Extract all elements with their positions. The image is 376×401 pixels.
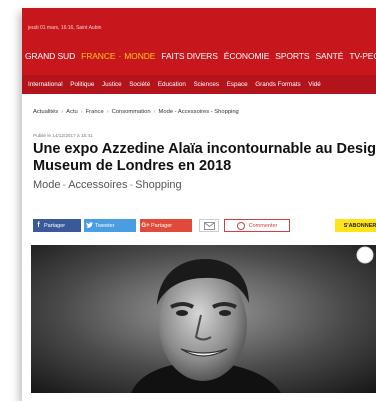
subnav-item-grands-formats[interactable]: Grands Formats <box>251 81 304 88</box>
nav-item-sante[interactable]: SANTÉ <box>312 51 346 61</box>
main-nav: GRAND SUD FRANCE · MONDE FAITS DIVERS ÉC… <box>22 46 376 66</box>
category-mode[interactable]: Mode <box>33 179 61 191</box>
breadcrumb-item-consommation[interactable]: Consommation <box>112 109 151 115</box>
mail-icon <box>203 221 215 230</box>
category-shopping[interactable]: Shopping <box>135 179 182 191</box>
article-title: Une expo Azzedine Alaïa incontournable a… <box>33 141 376 174</box>
subnav-item-politique[interactable]: Politique <box>66 81 98 88</box>
category-accessoires[interactable]: Accessoires <box>68 179 127 191</box>
subnav-item-sciences[interactable]: Sciences <box>190 81 223 88</box>
mail-share-button[interactable] <box>199 219 219 232</box>
breadcrumb-item-france[interactable]: France <box>86 109 104 115</box>
twitter-share-button[interactable]: Tweeter <box>84 219 136 232</box>
subnav-item-international[interactable]: International <box>22 81 66 88</box>
google-plus-share-label: Partager <box>151 222 173 229</box>
nav-item-france[interactable]: FRANCE <box>78 51 118 61</box>
portrait-photo <box>31 245 376 393</box>
subnav-item-education[interactable]: Education <box>154 81 190 88</box>
twitter-icon <box>84 221 95 230</box>
article-category: Mode - Accessoires - Shopping <box>33 179 182 191</box>
header-date: jeudi 01 mars, 16:16, Saint Aubin <box>28 25 102 31</box>
breadcrumb-item-mode[interactable]: Mode - Accessoires - Shopping <box>159 109 239 115</box>
comment-button[interactable]: Commenter <box>224 219 290 232</box>
article-title-line-2: Museum de Londres en 2018 <box>33 157 232 174</box>
subnav-item-justice[interactable]: Justice <box>98 81 125 88</box>
nav-item-sports[interactable]: SPORTS <box>272 51 312 61</box>
facebook-share-label: Partager <box>44 222 66 229</box>
sub-nav: International Politique Justice Société … <box>22 75 376 94</box>
nav-item-tv-people[interactable]: TV-PEOPLE <box>346 51 376 61</box>
facebook-icon: f <box>37 222 40 229</box>
nav-item-grand-sud[interactable]: GRAND SUD <box>22 51 78 61</box>
facebook-share-button[interactable]: f Partager <box>33 219 81 232</box>
subnav-item-espace[interactable]: Espace <box>223 81 252 88</box>
nav-item-monde[interactable]: MONDE <box>121 51 158 61</box>
breadcrumb: Actualités › Actu › France › Consommation › Mode… <box>33 109 239 115</box>
google-plus-icon: G+ <box>141 222 150 229</box>
breadcrumb-separator: › <box>106 109 109 115</box>
breadcrumb-separator: › <box>153 109 156 115</box>
comment-icon <box>236 221 245 230</box>
subnav-item-video[interactable]: Vidé <box>305 81 325 88</box>
subscribe-button[interactable]: S'ABONNER <box>335 219 376 232</box>
breadcrumb-item-actu[interactable]: Actu <box>66 109 78 115</box>
close-icon[interactable] <box>356 246 374 264</box>
article-page: jeudi 01 mars, 16:16, Saint Aubin GRAND … <box>22 8 376 401</box>
google-plus-share-button[interactable]: G+ Partager <box>140 219 192 232</box>
article-title-line-1: Une expo Azzedine Alaïa incontournable a… <box>33 141 376 157</box>
site-header: jeudi 01 mars, 16:16, Saint Aubin GRAND … <box>22 8 376 75</box>
article-hero-image <box>31 245 376 393</box>
subnav-item-societe[interactable]: Société <box>125 81 154 88</box>
breadcrumb-item-actualites[interactable]: Actualités <box>33 109 58 115</box>
share-bar: f Partager Tweeter G+ Partager Commenter… <box>33 219 376 232</box>
breadcrumb-separator: › <box>80 109 83 115</box>
twitter-share-label: Tweeter <box>95 222 115 229</box>
breadcrumb-separator: › <box>61 109 64 115</box>
publish-date: Publié le 14/12/2017 à 15:41 <box>33 133 93 138</box>
nav-item-economie[interactable]: ÉCONOMIE <box>221 51 272 61</box>
nav-item-faits-divers[interactable]: FAITS DIVERS <box>158 51 220 61</box>
comment-label: Commenter <box>248 222 278 229</box>
